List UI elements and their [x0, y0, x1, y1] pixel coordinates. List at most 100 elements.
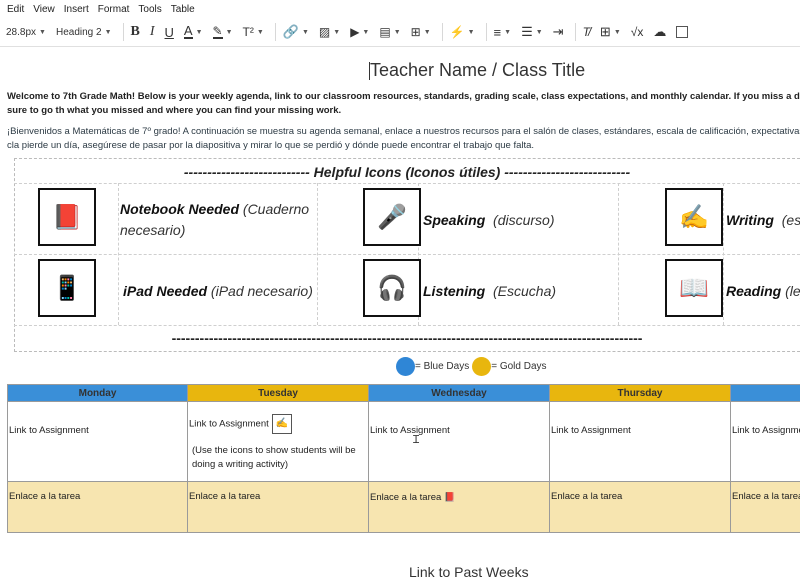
- intro-english: Welcome to 7th Grade Math! Below is your…: [7, 91, 800, 116]
- align-button[interactable]: ≡ ▼: [491, 21, 515, 43]
- clear-formatting-icon: T̸: [582, 25, 590, 39]
- toolbar-divider: [122, 23, 124, 41]
- font-size-value: 28.8px: [6, 26, 37, 38]
- icon-label-bold: Speaking: [423, 212, 486, 228]
- document-button[interactable]: ▤ ▼: [376, 21, 403, 43]
- tuesday-note: (Use the icons to show students will be …: [192, 445, 356, 470]
- plugin-button[interactable]: ⚡ ▼: [447, 21, 478, 43]
- tarea-link[interactable]: Enlace a la tarea: [550, 482, 730, 506]
- image-button[interactable]: ▨ ▼: [316, 21, 343, 43]
- day-header-friday: [730, 384, 800, 402]
- menu-view[interactable]: View: [33, 4, 55, 15]
- menubar: Edit View Insert Format Tools Table: [0, 0, 800, 18]
- weekly-schedule-table: Monday Tuesday Wednesday Thursday Link t…: [7, 384, 800, 533]
- equation-button[interactable]: √x: [628, 21, 647, 43]
- assignment-link[interactable]: Link to Assignment: [189, 419, 269, 430]
- font-size-select[interactable]: 28.8px ▼: [3, 21, 49, 43]
- menu-tools[interactable]: Tools: [138, 4, 161, 15]
- bold-button[interactable]: B: [128, 21, 143, 43]
- tarea-cell[interactable]: Enlace a la tarea 📕: [368, 481, 550, 533]
- apps-icon: ⊞: [410, 25, 421, 39]
- align-center-icon: ≡: [493, 24, 502, 40]
- icon-label-listening: Listening (Escucha): [423, 281, 618, 302]
- tarea-cell[interactable]: Enlace a la tarea: [549, 481, 731, 533]
- tarea-link[interactable]: Enlace a la tarea: [8, 482, 187, 506]
- book-icon: 📖: [665, 259, 723, 317]
- assignment-link[interactable]: Link to Assignment: [550, 402, 730, 440]
- superscript-icon: T²: [242, 25, 254, 39]
- icon-label-writing: Writing (esc: [726, 210, 800, 231]
- image-icon: ▨: [318, 25, 331, 39]
- highlighter-icon: ✎: [212, 24, 223, 39]
- assignment-link[interactable]: Link to Assignment: [8, 402, 187, 440]
- bullet-list-icon: ☰: [521, 24, 533, 39]
- tarea-link[interactable]: Enlace a la tarea: [188, 482, 368, 506]
- menu-edit[interactable]: Edit: [7, 4, 24, 15]
- assignment-cell[interactable]: Link to Assignme: [730, 401, 800, 482]
- icon-label-bold: Writing: [726, 212, 774, 228]
- chevron-down-icon: ▼: [504, 28, 512, 36]
- list-button[interactable]: ☰ ▼: [518, 21, 546, 43]
- underline-button[interactable]: U: [162, 21, 177, 43]
- table-divider: [618, 183, 619, 325]
- assignment-cell[interactable]: Link to Assignment: [7, 401, 188, 482]
- icon-label-speaking: Speaking (discurso): [423, 210, 618, 231]
- table-divider: [723, 183, 724, 325]
- chevron-down-icon: ▼: [333, 28, 341, 36]
- menu-insert[interactable]: Insert: [64, 4, 89, 15]
- fullscreen-button[interactable]: [673, 21, 691, 43]
- icon-label-notebook: Notebook Needed (Cuaderno necesario): [120, 199, 315, 241]
- media-button[interactable]: ▶ ▼: [347, 21, 372, 43]
- past-weeks-link[interactable]: Link to Past Weeks: [409, 564, 529, 580]
- day-header-monday: Monday: [7, 384, 188, 402]
- chevron-down-icon: ▼: [362, 28, 370, 36]
- cloud-icon: ☁: [653, 24, 667, 39]
- assignment-cell[interactable]: Link to Assignment: [549, 401, 731, 482]
- icon-label-spanish: (discurso): [485, 212, 555, 228]
- superscript-button[interactable]: T² ▼: [240, 21, 267, 43]
- text-color-button[interactable]: A ▼: [181, 21, 206, 43]
- tarea-link[interactable]: Enlace a la tarea: [731, 482, 800, 506]
- day-header-wednesday: Wednesday: [368, 384, 550, 402]
- table-divider: [118, 183, 119, 325]
- chevron-down-icon: ▼: [423, 28, 431, 36]
- icon-label-bold: iPad Needed: [123, 283, 208, 299]
- writing-hand-icon: ✍: [665, 188, 723, 246]
- icon-label-spanish: (Escucha): [485, 283, 557, 299]
- highlight-color-button[interactable]: ✎ ▼: [210, 21, 236, 43]
- assignment-cell[interactable]: Link to Assignment ✍ (Use the icons to sh…: [187, 401, 369, 482]
- chevron-down-icon: ▼: [393, 28, 401, 36]
- chevron-down-icon: ▼: [256, 28, 264, 36]
- microphone-icon: 🎤: [363, 188, 421, 246]
- clear-formatting-button[interactable]: T̸: [580, 21, 593, 43]
- link-button[interactable]: 🔗 ▼: [280, 21, 312, 43]
- icon-label-bold: Listening: [423, 283, 486, 299]
- blue-day-dot: [396, 357, 415, 376]
- media-icon: ▶: [350, 25, 360, 39]
- indent-button[interactable]: ⇥: [550, 21, 567, 43]
- tarea-cell[interactable]: Enlace a la tarea: [730, 481, 800, 533]
- apps-button[interactable]: ⊞ ▼: [408, 21, 434, 43]
- chevron-down-icon: ▼: [535, 28, 543, 36]
- italic-button[interactable]: I: [147, 21, 158, 43]
- table-button[interactable]: ⊞ ▼: [597, 21, 624, 43]
- upload-button[interactable]: ☁: [650, 21, 669, 43]
- tarea-cell[interactable]: Enlace a la tarea: [187, 481, 369, 533]
- toolbar-divider: [574, 23, 576, 41]
- tarea-link[interactable]: Enlace a la tarea: [370, 492, 441, 503]
- intro-spanish: ¡Bienvenidos a Matemáticas de 7º grado! …: [7, 126, 800, 151]
- blue-day-label: = Blue Days: [415, 361, 470, 372]
- block-format-select[interactable]: Heading 2 ▼: [53, 21, 115, 43]
- assignment-link[interactable]: Link to Assignment: [369, 402, 549, 440]
- gold-day-dot: [472, 357, 492, 376]
- menu-format[interactable]: Format: [98, 4, 130, 15]
- notebook-icon: 📕: [443, 492, 456, 502]
- icon-label-bold: Reading: [726, 283, 782, 299]
- menu-table[interactable]: Table: [171, 4, 195, 15]
- tarea-cell[interactable]: Enlace a la tarea: [7, 481, 188, 533]
- assignment-line: Link to Assignment ✍: [188, 402, 368, 436]
- toolbar-divider: [274, 23, 276, 41]
- ipad-icon: 📱: [38, 259, 96, 317]
- assignment-link[interactable]: Link to Assignme: [731, 402, 800, 440]
- assignment-cell[interactable]: Link to Assignment: [368, 401, 550, 482]
